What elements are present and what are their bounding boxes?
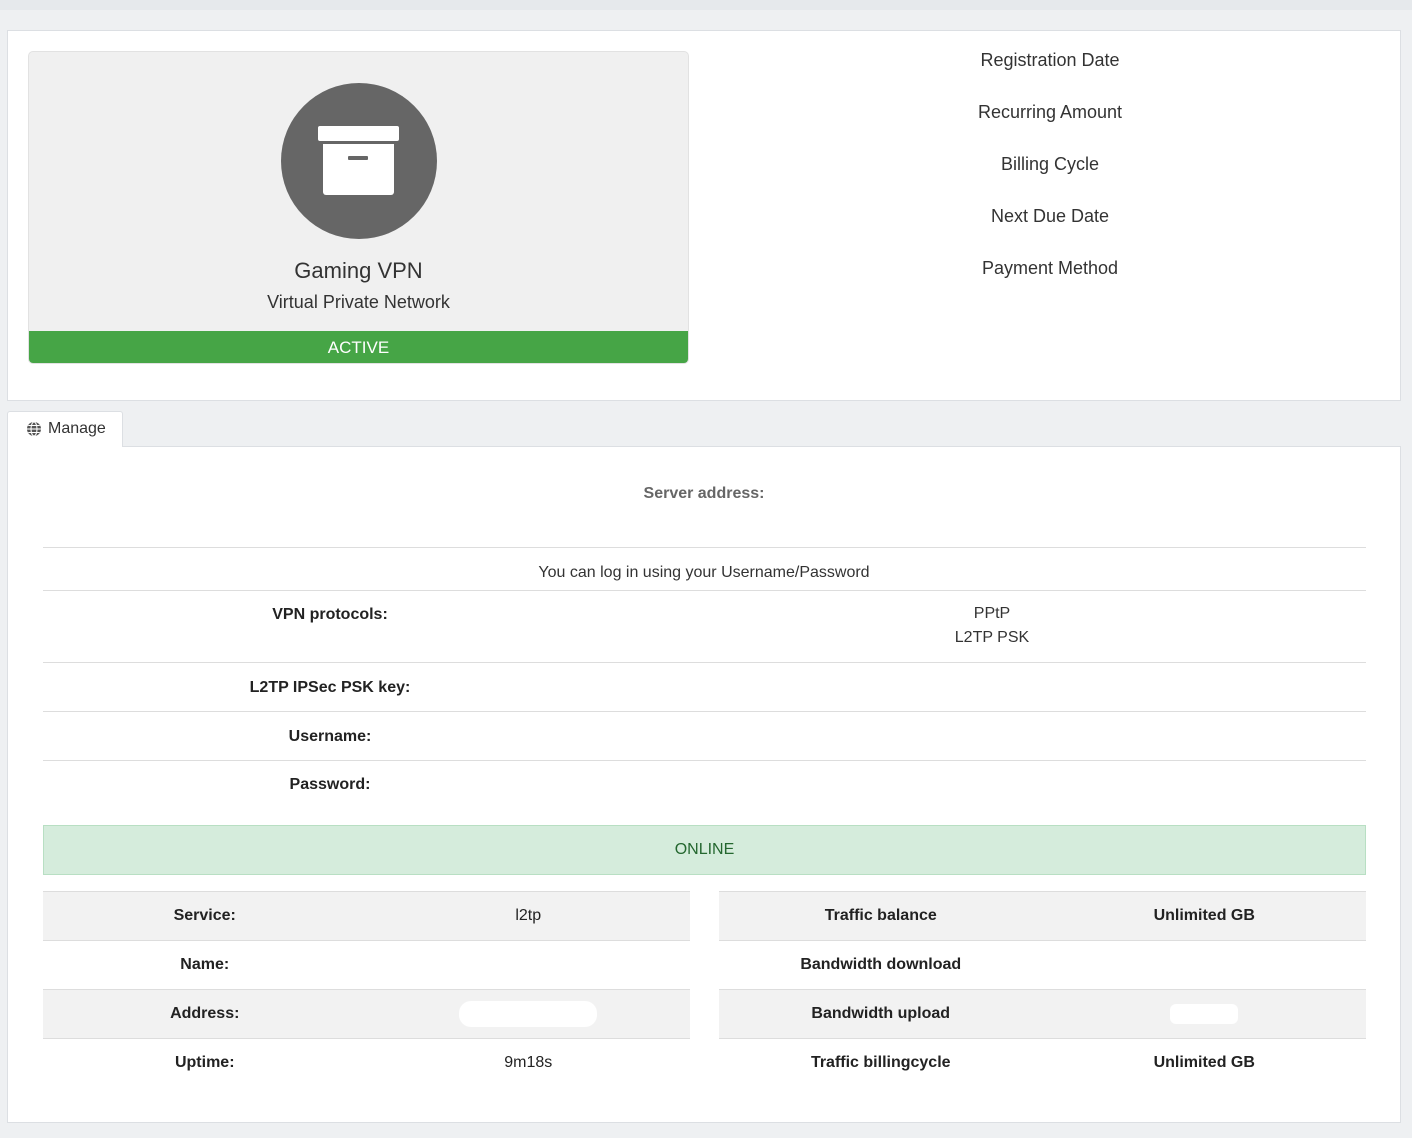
billing-cycle-label: Billing Cycle (1000, 154, 1100, 174)
traffic-billingcycle-label: Traffic billingcycle (719, 1038, 1043, 1088)
archive-box-icon (281, 83, 437, 239)
box-body (323, 144, 394, 195)
divider (43, 760, 1366, 761)
product-name: Gaming VPN (294, 258, 423, 283)
service-label: Service: (43, 891, 367, 941)
bandwidth-upload-label: Bandwidth upload (719, 989, 1043, 1039)
recurring-amount-label: Recurring Amount (977, 102, 1123, 122)
divider (43, 711, 1366, 712)
service-value: l2tp (366, 891, 690, 941)
product-overview-panel: Gaming VPN Virtual Private Network ACTIV… (7, 30, 1401, 401)
bandwidth-download-value (1042, 940, 1366, 990)
password-label: Password: (289, 776, 371, 793)
address-label: Address: (43, 989, 367, 1039)
status-badge: ACTIVE (29, 331, 688, 363)
bandwidth-download-label: Bandwidth download (719, 940, 1043, 990)
server-address-label: Server address: (643, 485, 765, 502)
billing-info: Registration Date Recurring Amount Billi… (716, 49, 1384, 309)
redacted-upload (1170, 1004, 1239, 1024)
globe-icon (27, 421, 41, 437)
traffic-billingcycle-value: Unlimited GB (1042, 1038, 1366, 1088)
table-row: Bandwidth upload (719, 989, 1366, 1039)
vpn-protocols-label: VPN protocols: (272, 606, 388, 623)
registration-date-label: Registration Date (980, 50, 1120, 70)
username-label: Username: (288, 728, 372, 745)
name-label: Name: (43, 940, 367, 990)
traffic-table: Traffic balance Unlimited GB Bandwidth d… (719, 891, 1366, 1088)
product-group: Virtual Private Network (267, 292, 450, 312)
next-due-date-label: Next Due Date (990, 206, 1110, 226)
redacted-address (459, 1001, 598, 1027)
top-bar (0, 0, 1412, 10)
connection-table: Service: l2tp Name: Address: Uptime: 9m1… (43, 891, 690, 1088)
vpn-protocol-l2tp-psk: L2TP PSK (954, 629, 1030, 646)
table-row: Bandwidth download (719, 940, 1366, 990)
login-note: You can log in using your Username/Passw… (538, 564, 870, 581)
table-row: Traffic balance Unlimited GB (719, 891, 1366, 941)
divider (43, 590, 1366, 591)
table-row: Address: (43, 989, 690, 1039)
traffic-balance-label: Traffic balance (719, 891, 1043, 941)
bandwidth-upload-value (1042, 989, 1366, 1039)
vpn-protocol-pptp: PPtP (973, 605, 1011, 622)
product-card: Gaming VPN Virtual Private Network ACTIV… (28, 51, 689, 364)
address-value (366, 989, 690, 1039)
connection-status-banner: ONLINE (43, 825, 1366, 875)
uptime-value: 9m18s (366, 1038, 690, 1088)
box-lid (318, 126, 399, 141)
tab-manage-label: Manage (48, 420, 106, 437)
payment-method-label: Payment Method (981, 258, 1119, 278)
name-value (366, 940, 690, 990)
uptime-label: Uptime: (43, 1038, 367, 1088)
table-row: Traffic billingcycle Unlimited GB (719, 1038, 1366, 1088)
traffic-balance-value: Unlimited GB (1042, 891, 1366, 941)
table-row: Service: l2tp (43, 891, 690, 941)
psk-key-label: L2TP IPSec PSK key: (249, 679, 411, 696)
manage-panel: Server address: You can log in using you… (7, 446, 1401, 1123)
divider (43, 662, 1366, 663)
table-row: Uptime: 9m18s (43, 1038, 690, 1088)
divider (43, 547, 1366, 548)
tab-manage[interactable]: Manage (7, 411, 123, 447)
box-slot (348, 156, 368, 160)
table-row: Name: (43, 940, 690, 990)
